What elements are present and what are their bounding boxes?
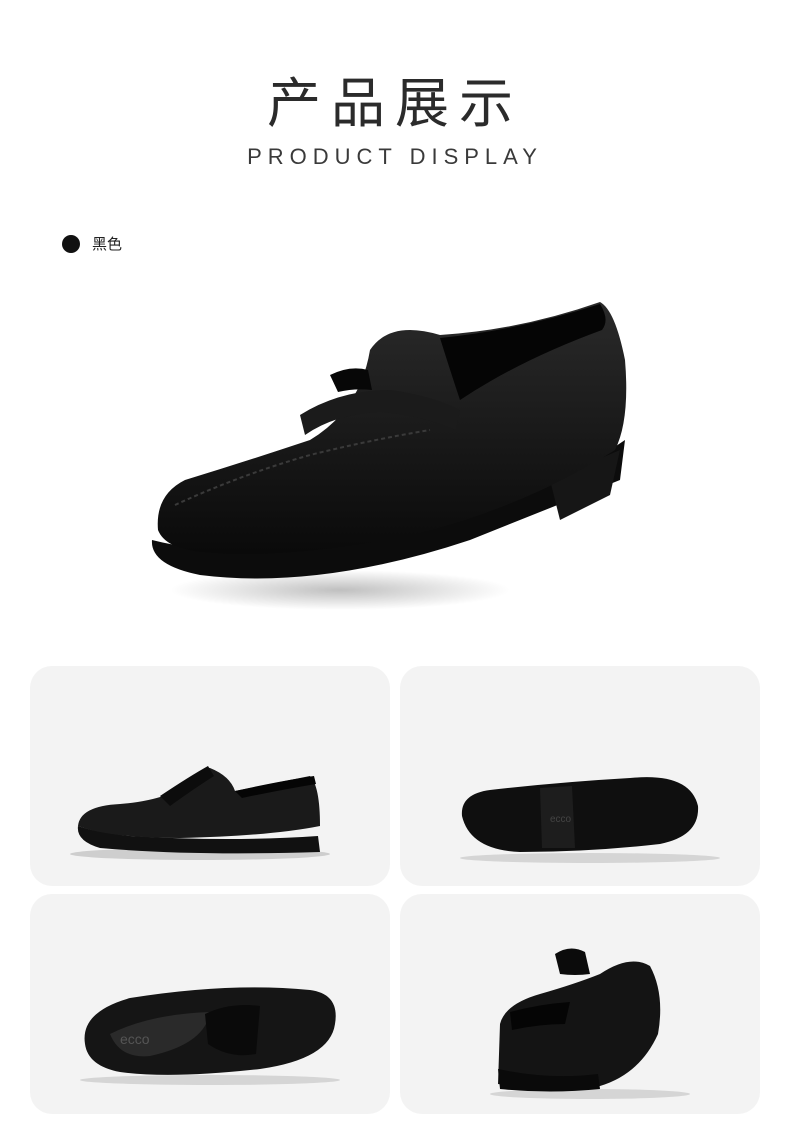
- insole-brand-mark: ecco: [120, 1031, 150, 1047]
- page-subtitle: PRODUCT DISPLAY: [247, 144, 543, 169]
- page-title: 产品展示: [267, 72, 523, 135]
- color-swatch[interactable]: [62, 235, 80, 253]
- shoe-side-image: [70, 766, 330, 860]
- sole-brand-mark: ecco: [550, 814, 572, 825]
- hero-shoe-image: [151, 302, 627, 610]
- color-label: 黑色: [92, 235, 123, 253]
- shoe-rear-image: [490, 948, 690, 1099]
- shoe-sole-image: ecco: [460, 777, 720, 863]
- shoe-top-image: ecco: [80, 987, 340, 1085]
- gallery-card-sole-view[interactable]: ecco: [400, 666, 760, 886]
- gallery-card-side-view[interactable]: [30, 666, 390, 886]
- gallery-card-rear-view[interactable]: [400, 894, 760, 1114]
- gallery-card-top-view[interactable]: ecco: [30, 894, 390, 1114]
